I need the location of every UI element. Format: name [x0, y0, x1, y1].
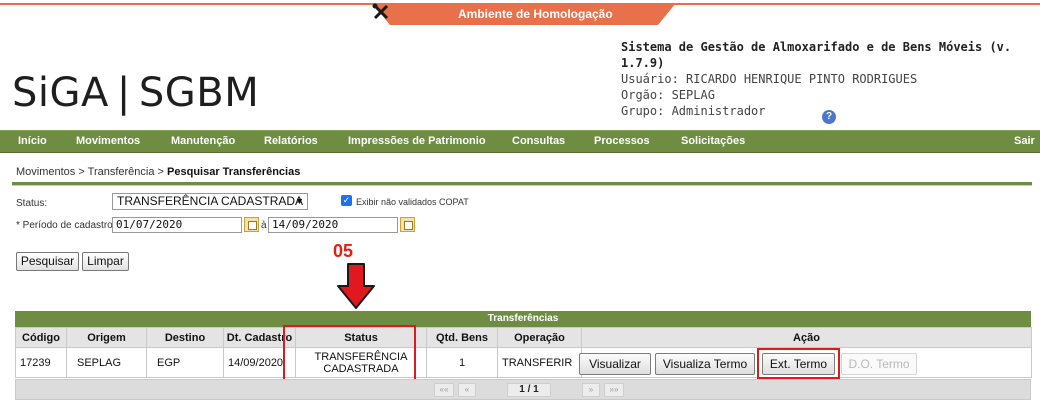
breadcrumb-movimentos[interactable]: Movimentos: [16, 166, 75, 178]
col-header-destino[interactable]: Destino: [146, 327, 224, 348]
logo-separator: |: [116, 70, 131, 116]
table-pager: «« « 1 / 1 » »»: [15, 379, 1031, 400]
visualizar-button[interactable]: Visualizar: [579, 353, 651, 375]
step-annotation-05: 05: [333, 241, 354, 261]
breadcrumb-divider: [12, 182, 1032, 186]
visualiza-termo-button[interactable]: Visualiza Termo: [655, 353, 755, 375]
status-select[interactable]: TRANSFERÊNCIA CADASTRADA ▼: [112, 193, 308, 210]
clear-button[interactable]: Limpar: [82, 252, 129, 271]
status-select-value: TRANSFERÊNCIA CADASTRADA: [117, 194, 304, 208]
environment-label: Ambiente de Homologação: [458, 7, 613, 21]
breadcrumb-arrow: >: [157, 166, 168, 178]
date-to-input[interactable]: 14/09/2020: [268, 217, 398, 233]
date-from-input[interactable]: 01/07/2020: [112, 217, 242, 233]
col-header-origem[interactable]: Origem: [66, 327, 147, 348]
col-header-acao: Ação: [581, 327, 1032, 348]
cell-codigo: 17239: [15, 347, 67, 378]
menu-item-consultas[interactable]: Consultas: [512, 135, 565, 147]
date-range-separator: à: [261, 220, 267, 231]
pager-prev-button[interactable]: «: [458, 383, 476, 397]
menu-item-relatorios[interactable]: Relatórios: [264, 135, 318, 147]
tools-icon: [372, 3, 389, 20]
col-header-codigo[interactable]: Código: [15, 327, 67, 348]
pager-first-button[interactable]: ««: [434, 383, 454, 397]
do-termo-button: D.O. Termo: [841, 353, 917, 375]
status-highlight-box: [283, 325, 416, 383]
menu-item-impressoes[interactable]: Impressões de Patrimonio: [348, 135, 486, 147]
logout-link[interactable]: Sair: [1014, 135, 1035, 147]
breadcrumb-transferencia[interactable]: > Transferência: [78, 166, 154, 178]
environment-banner: Ambiente de Homologação: [372, 3, 676, 25]
table-header-row: Código Origem Destino Dt. Cadastro Statu…: [15, 327, 1032, 348]
cell-origem: SEPLAG: [66, 347, 147, 378]
logo-siga: SiGA: [12, 70, 109, 116]
app-logo: SiGA | SGBM: [12, 70, 259, 116]
logo-sgbm: SGBM: [138, 70, 260, 116]
pager-page-indicator: 1 / 1: [507, 383, 551, 397]
menu-item-movimentos[interactable]: Movimentos: [76, 135, 140, 147]
arrow-down-icon: [337, 263, 375, 309]
pager-next-button[interactable]: »: [582, 383, 600, 397]
calendar-icon[interactable]: [244, 217, 259, 232]
cell-qtd-bens: 1: [426, 347, 498, 378]
period-label: * Período de cadastro:: [16, 220, 116, 231]
help-icon[interactable]: ?: [822, 110, 836, 124]
copat-checkbox[interactable]: ✓: [341, 195, 352, 206]
menu-item-manutencao[interactable]: Manutenção: [171, 135, 235, 147]
status-label: Status:: [16, 198, 48, 209]
copat-checkbox-label: Exibir não validados COPAT: [356, 197, 469, 207]
menu-item-inicio[interactable]: Início: [18, 135, 47, 147]
main-menu: Início Movimentos Manutenção Relatórios …: [0, 130, 1040, 153]
menu-item-solicitacoes[interactable]: Solicitações: [681, 135, 745, 147]
system-info: Sistema de Gestão de Almoxarifado e de B…: [621, 39, 1040, 119]
chevron-down-icon: ▼: [295, 196, 304, 206]
ext-termo-highlight-box: [757, 348, 840, 379]
col-header-qtd-bens[interactable]: Qtd. Bens: [426, 327, 498, 348]
pager-last-button[interactable]: »»: [604, 383, 624, 397]
user-info: Usuário: RICARDO HENRIQUE PINTO RODRIGUE…: [621, 72, 918, 86]
search-button[interactable]: Pesquisar: [16, 252, 79, 271]
breadcrumb-current: Pesquisar Transferências: [167, 166, 301, 178]
table-title: Transferências: [15, 311, 1031, 327]
cell-destino: EGP: [146, 347, 224, 378]
calendar-icon[interactable]: [400, 217, 415, 232]
menu-item-processos[interactable]: Processos: [594, 135, 650, 147]
system-title: Sistema de Gestão de Almoxarifado e de B…: [621, 40, 1012, 70]
breadcrumb: Movimentos > Transferência > Pesquisar T…: [16, 166, 300, 178]
cell-operacao: TRANSFERIR: [497, 347, 582, 378]
org-info: Orgão: SEPLAG: [621, 88, 715, 102]
col-header-operacao[interactable]: Operação: [497, 327, 582, 348]
